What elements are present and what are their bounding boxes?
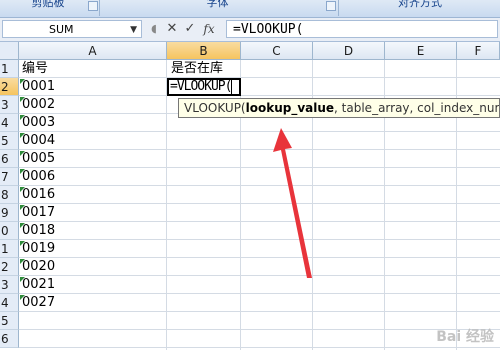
- annotation-arrow: [273, 128, 312, 278]
- arrow-shape: [273, 128, 312, 278]
- watermark: Bai 经验: [436, 329, 494, 345]
